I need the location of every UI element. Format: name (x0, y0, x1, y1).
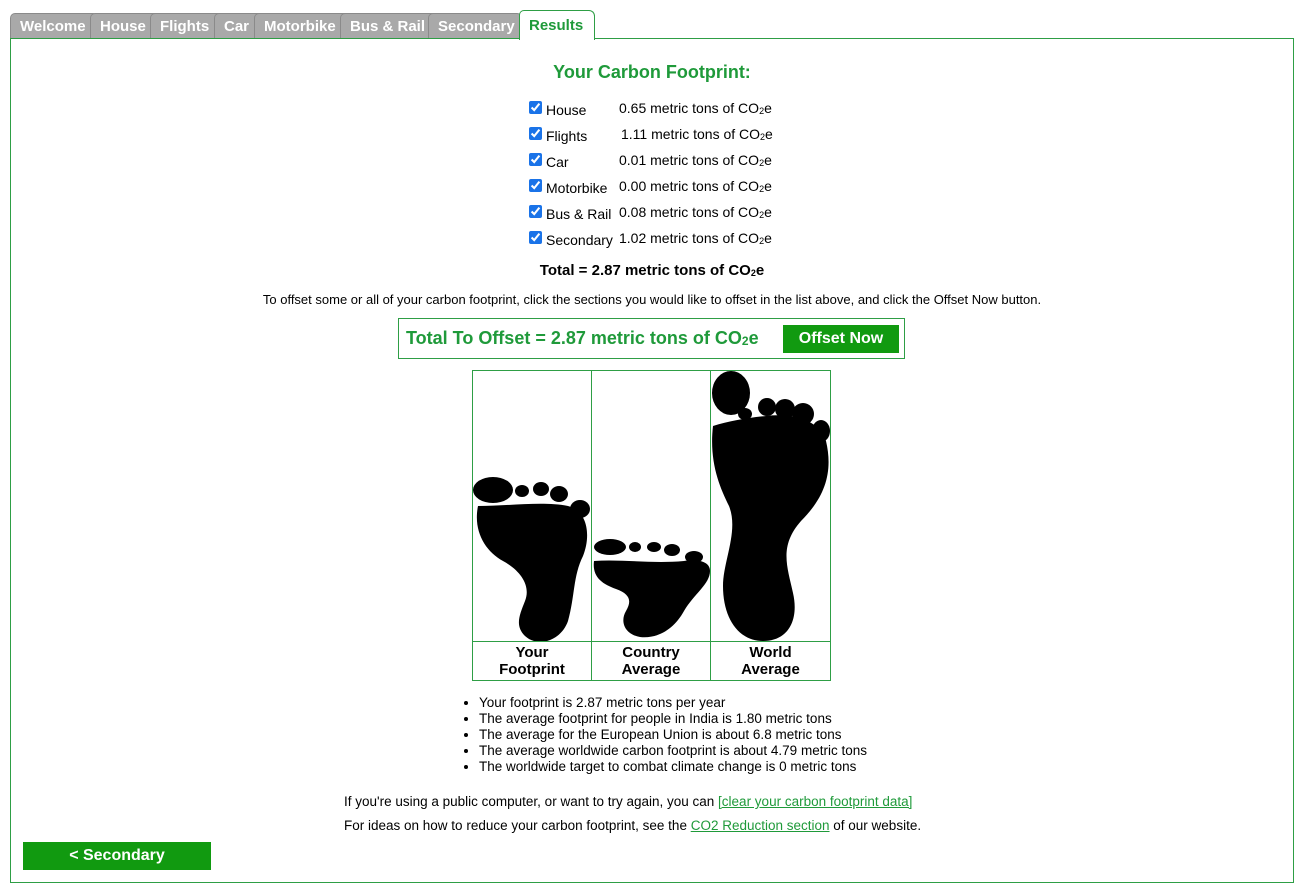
back-to-secondary-button[interactable]: < Secondary (23, 842, 211, 870)
clear-data-note: If you're using a public computer, or wa… (344, 794, 913, 809)
bus-rail-label: Bus & Rail (546, 206, 612, 222)
reduction-note: For ideas on how to reduce your carbon f… (344, 818, 922, 833)
world-average-column: World Average (711, 371, 830, 680)
total-to-offset: Total To Offset = 2.87 metric tons of CO… (406, 328, 759, 348)
country-average-icon (593, 539, 710, 638)
your-footprint-column: Your Footprint (473, 371, 592, 680)
car-label: Car (546, 154, 569, 170)
footprint-row-secondary: Secondary 1.02 metric tons of CO2e (529, 229, 789, 255)
world-average-icon (712, 371, 830, 641)
footprint-row-house: House 0.65 metric tons of CO2e (529, 99, 789, 125)
list-item: The average worldwide carbon footprint i… (479, 743, 867, 759)
motorbike-value: 0.00 metric tons of CO2e (619, 178, 772, 194)
car-checkbox[interactable] (529, 153, 542, 166)
country-average-caption: Country Average (592, 641, 710, 680)
list-item: Your footprint is 2.87 metric tons per y… (479, 695, 867, 711)
tab-flights[interactable]: Flights (150, 13, 224, 39)
clear-data-link[interactable]: [clear your carbon footprint data] (718, 794, 912, 809)
country-average-column: Country Average (592, 371, 711, 680)
bus-rail-checkbox[interactable] (529, 205, 542, 218)
tab-bar: Welcome House Flights Car Motorbike Bus … (10, 10, 1294, 40)
car-value: 0.01 metric tons of CO2e (619, 152, 772, 168)
your-footprint-caption: Your Footprint (473, 641, 591, 680)
footprint-comparison: Your Footprint Country Average World Ave… (472, 370, 831, 681)
secondary-label: Secondary (546, 232, 613, 248)
house-checkbox[interactable] (529, 101, 542, 114)
list-item: The worldwide target to combat climate c… (479, 759, 867, 775)
flights-checkbox[interactable] (529, 127, 542, 140)
footprint-row-bus-rail: Bus & Rail 0.08 metric tons of CO2e (529, 203, 789, 229)
secondary-checkbox[interactable] (529, 231, 542, 244)
tab-results[interactable]: Results (519, 10, 595, 40)
footprint-list: House 0.65 metric tons of CO2e Flights 1… (529, 99, 789, 255)
results-panel: Your Carbon Footprint: House 0.65 metric… (10, 38, 1294, 883)
footprint-row-motorbike: Motorbike 0.00 metric tons of CO2e (529, 177, 789, 203)
world-average-caption: World Average (711, 641, 830, 680)
secondary-value: 1.02 metric tons of CO2e (619, 230, 772, 246)
footprint-row-flights: Flights 1.11 metric tons of CO2e (529, 125, 789, 151)
offset-box: Total To Offset = 2.87 metric tons of CO… (398, 318, 905, 359)
motorbike-label: Motorbike (546, 180, 608, 196)
flights-value: 1.11 metric tons of CO2e (621, 126, 773, 142)
tab-welcome[interactable]: Welcome (10, 13, 99, 39)
footprint-row-car: Car 0.01 metric tons of CO2e (529, 151, 789, 177)
bus-rail-value: 0.08 metric tons of CO2e (619, 204, 772, 220)
motorbike-checkbox[interactable] (529, 179, 542, 192)
total-footprint: Total = 2.87 metric tons of CO2e (539, 262, 765, 279)
page-title: Your Carbon Footprint: (553, 62, 751, 82)
offset-instructions: To offset some or all of your carbon foo… (262, 292, 1042, 307)
tab-bus-rail[interactable]: Bus & Rail (340, 13, 438, 39)
house-value: 0.65 metric tons of CO2e (619, 100, 772, 116)
tab-secondary[interactable]: Secondary (428, 13, 523, 39)
list-item: The average footprint for people in Indi… (479, 711, 867, 727)
your-footprint-icon (473, 477, 590, 641)
offset-now-button[interactable]: Offset Now (783, 325, 899, 353)
flights-label: Flights (546, 128, 588, 144)
facts-list: Your footprint is 2.87 metric tons per y… (461, 695, 867, 775)
house-label: House (546, 102, 587, 118)
co2-reduction-link[interactable]: CO2 Reduction section (691, 818, 830, 833)
tab-motorbike[interactable]: Motorbike (254, 13, 351, 39)
list-item: The average for the European Union is ab… (479, 727, 867, 743)
